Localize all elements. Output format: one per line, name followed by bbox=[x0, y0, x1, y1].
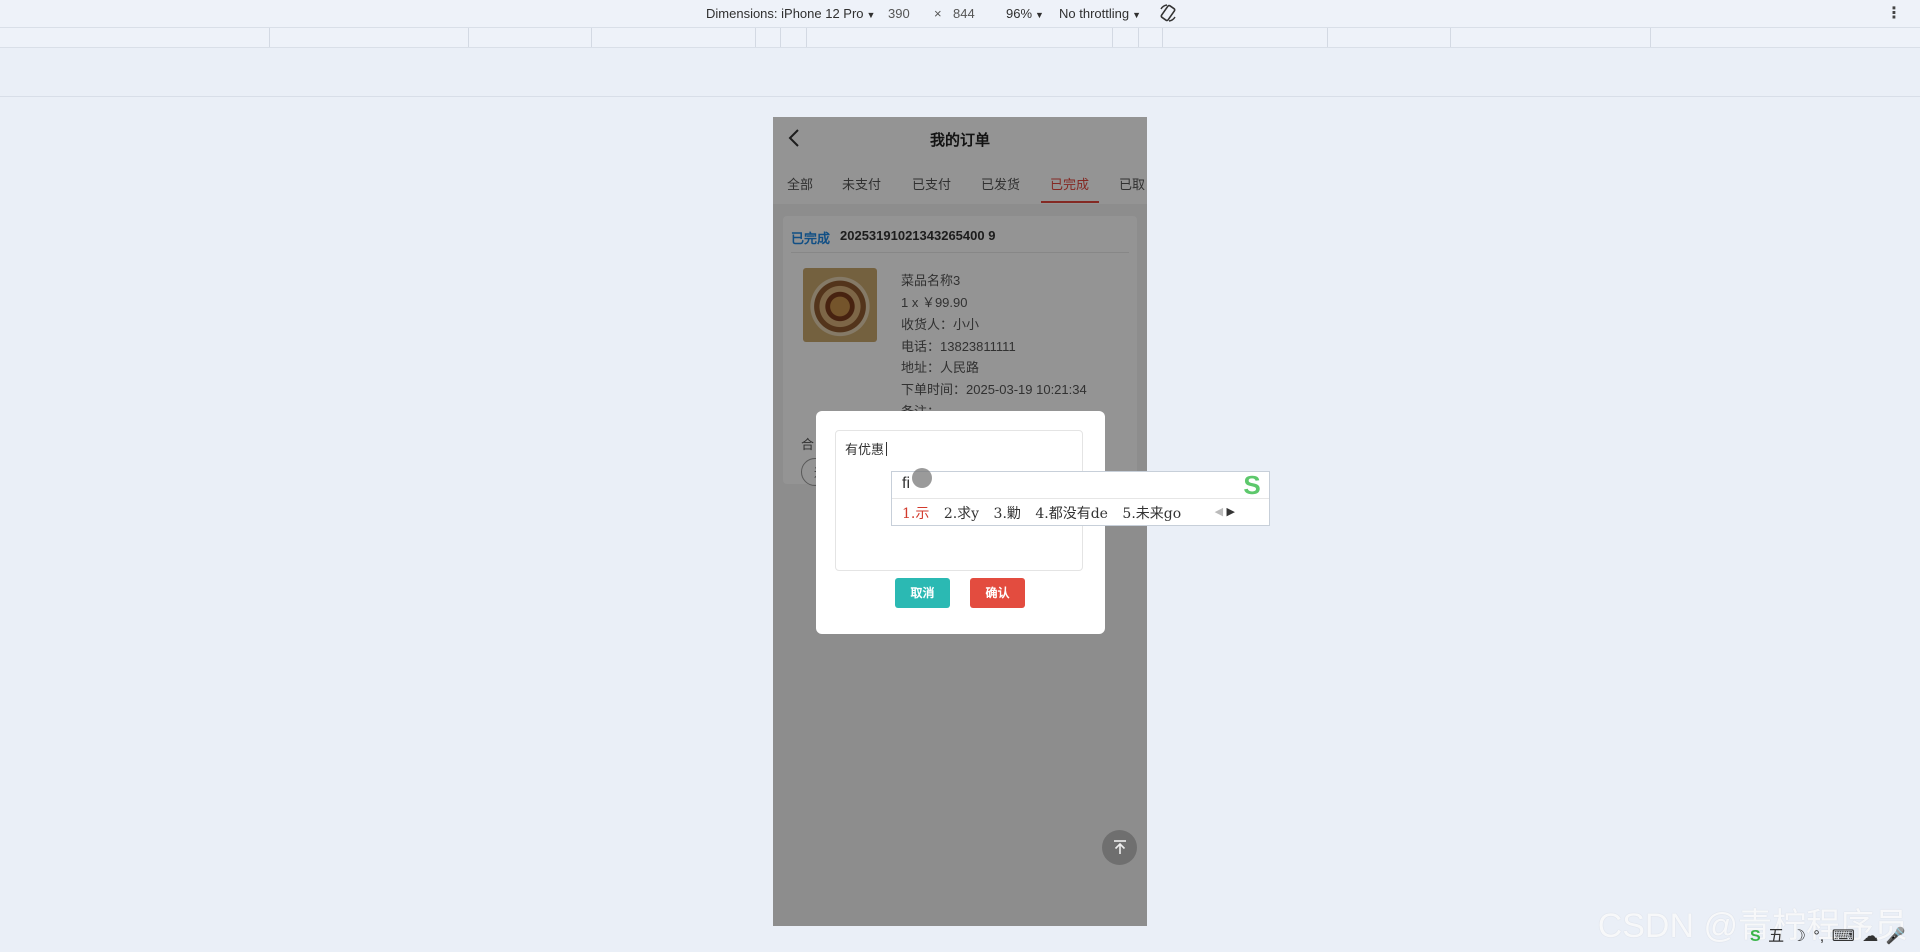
textarea-value: 有优惠 bbox=[845, 442, 885, 457]
confirm-button[interactable]: 确认 bbox=[970, 578, 1025, 608]
toolbar-divider bbox=[0, 96, 1920, 97]
arrow-up-to-top-icon bbox=[1113, 840, 1126, 854]
height-input[interactable]: 844 bbox=[953, 6, 975, 21]
ruler-tick bbox=[591, 28, 592, 47]
device-select[interactable]: Dimensions: iPhone 12 Pro ▼ bbox=[706, 6, 875, 21]
ime-candidate[interactable]: 1.示 bbox=[902, 506, 929, 522]
width-input[interactable]: 390 bbox=[888, 6, 910, 21]
media-query-ruler bbox=[0, 27, 1920, 48]
half-width-icon[interactable]: ☽ bbox=[1792, 928, 1806, 945]
mouse-cursor-icon bbox=[912, 468, 932, 488]
ime-candidate[interactable]: 5.未来go bbox=[1122, 506, 1181, 522]
input-mode-icon[interactable]: 五 bbox=[1768, 928, 1784, 945]
sogou-logo-icon: S bbox=[1243, 470, 1261, 500]
ime-candidate[interactable]: 2.求y bbox=[944, 506, 979, 522]
ime-candidate[interactable]: 3.勦 bbox=[994, 506, 1021, 522]
ruler-tick bbox=[780, 28, 781, 47]
ruler-tick bbox=[1162, 28, 1163, 47]
ime-candidate[interactable]: 4.都没有de bbox=[1035, 506, 1108, 522]
keyboard-icon[interactable]: ⌨ bbox=[1832, 928, 1855, 945]
ruler-tick bbox=[1650, 28, 1651, 47]
punctuation-icon[interactable]: °, bbox=[1813, 928, 1824, 945]
zoom-select[interactable]: 96% ▼ bbox=[1006, 6, 1044, 21]
ruler-tick bbox=[269, 28, 270, 47]
ime-next-page-icon[interactable]: ▶ bbox=[1227, 505, 1235, 518]
microphone-icon[interactable]: 🎤 bbox=[1886, 928, 1906, 945]
throttling-label: No throttling bbox=[1059, 6, 1130, 21]
ruler-tick bbox=[468, 28, 469, 47]
device-dimensions-label: Dimensions: iPhone 12 Pro bbox=[706, 6, 864, 21]
text-cursor bbox=[886, 442, 888, 456]
ime-page-arrows: ◀ ▶ bbox=[1215, 505, 1235, 518]
ime-composition: fi bbox=[902, 475, 910, 492]
back-to-top-button[interactable] bbox=[1102, 830, 1137, 865]
ruler-tick bbox=[1138, 28, 1139, 47]
ruler-tick bbox=[1327, 28, 1328, 47]
throttling-select[interactable]: No throttling ▼ bbox=[1059, 6, 1141, 21]
ime-status-tray: S 五 ☽ °, ⌨ ☁ 🎤 bbox=[1750, 922, 1920, 952]
ruler-tick bbox=[755, 28, 756, 47]
skin-icon[interactable]: ☁ bbox=[1862, 928, 1878, 945]
ime-prev-page-icon[interactable]: ◀ bbox=[1215, 505, 1223, 518]
sogou-tray-icon[interactable]: S bbox=[1750, 928, 1761, 945]
more-options-icon[interactable]: ⋮ bbox=[1886, 3, 1902, 23]
rotate-icon[interactable] bbox=[1158, 3, 1178, 26]
cancel-button[interactable]: 取消 bbox=[895, 578, 950, 608]
times-symbol: × bbox=[934, 6, 942, 21]
ime-candidates: 1.示 2.求y 3.勦 4.都没有de 5.未来go bbox=[902, 503, 1191, 523]
dropdown-caret-icon: ▼ bbox=[866, 10, 876, 20]
ruler-tick bbox=[1450, 28, 1451, 47]
dropdown-caret-icon: ▼ bbox=[1035, 10, 1044, 20]
dropdown-caret-icon: ▼ bbox=[1132, 10, 1142, 20]
ime-candidate-window: fi S 1.示 2.求y 3.勦 4.都没有de 5.未来go ◀ ▶ bbox=[891, 470, 1270, 526]
ruler-tick bbox=[1112, 28, 1113, 47]
zoom-label: 96% bbox=[1006, 6, 1033, 21]
ime-divider bbox=[892, 498, 1269, 499]
ruler-tick bbox=[806, 28, 807, 47]
device-toolbar: Dimensions: iPhone 12 Pro ▼ 390 × 844 96%… bbox=[0, 0, 1920, 27]
